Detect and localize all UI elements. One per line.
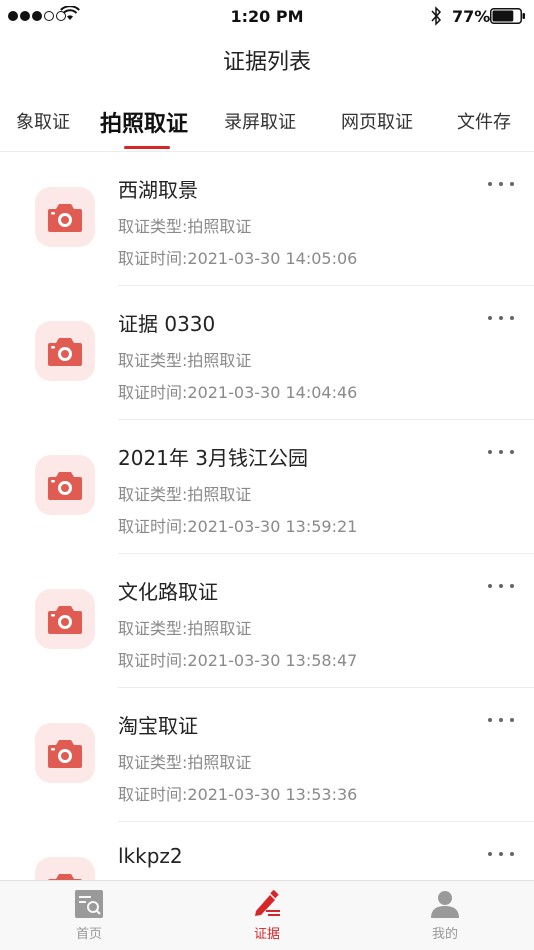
tabbar-evidence-label: 证据 [253, 927, 280, 942]
category-tabs: 象取证 拍照取证 录屏取证 网页取证 文件存 [0, 94, 534, 152]
evidence-thumbnail [35, 455, 95, 515]
evidence-type: 取证类型:拍照取证 [118, 351, 252, 370]
home-search-icon [75, 890, 103, 918]
tab-screen-record-evidence[interactable]: 录屏取证 [224, 108, 296, 134]
more-options-icon[interactable] [488, 582, 514, 590]
tabbar-mine-label: 我的 [431, 927, 458, 942]
tab-file-storage[interactable]: 文件存 [457, 108, 511, 134]
bluetooth-icon [431, 6, 442, 26]
tab-webpage-evidence[interactable]: 网页取证 [341, 108, 413, 134]
evidence-list: 西湖取景 取证类型:拍照取证 取证时间:2021-03-30 14:05:06 证据 … [0, 152, 534, 880]
evidence-list-item[interactable]: 证据 0330 取证类型:拍照取证取证时间:2021-03-30 14:04:46 [0, 286, 534, 420]
evidence-title: 证据 0330 [118, 312, 216, 336]
evidence-title: 2021年 3月钱江公园 [118, 446, 308, 470]
evidence-time: 取证时间:2021-03-30 13:53:36 [118, 785, 358, 804]
pen-edit-icon [255, 889, 280, 916]
page-title: 证据列表 [222, 50, 311, 75]
battery-icon [490, 8, 525, 24]
tabbar-evidence[interactable]: 证据 [178, 881, 356, 950]
tab-video-evidence[interactable]: 象取证 [16, 108, 70, 134]
evidence-type: 取证类型:拍照取证 [118, 619, 252, 638]
active-tab-indicator [124, 146, 170, 149]
status-bar: 1:20 PM 77% [0, 0, 534, 34]
evidence-title: lkkpz2 [118, 844, 183, 868]
evidence-thumbnail [35, 321, 95, 381]
camera-icon [48, 472, 82, 500]
camera-icon [48, 338, 82, 366]
camera-icon [48, 204, 82, 232]
evidence-type: 取证类型:拍照取证 [118, 217, 252, 236]
evidence-time: 取证时间:2021-03-30 14:04:46 [118, 383, 358, 402]
evidence-thumbnail [35, 723, 95, 783]
evidence-title: 西湖取景 [118, 178, 198, 202]
battery-percentage: 77% [452, 7, 491, 26]
evidence-list-item[interactable]: 淘宝取证取证类型:拍照取证取证时间:2021-03-30 13:53:36 [0, 688, 534, 822]
tabbar-mine[interactable]: 我的 [356, 881, 534, 950]
tabbar-home-label: 首页 [75, 927, 102, 942]
evidence-time: 取证时间:2021-03-30 14:05:06 [118, 249, 358, 268]
more-options-icon[interactable] [488, 180, 514, 188]
tab-photo-evidence[interactable]: 拍照取证 [100, 106, 188, 138]
tabbar-home[interactable]: 首页 [0, 881, 178, 950]
camera-icon [48, 874, 82, 880]
evidence-type: 取证类型:拍照取证 [118, 753, 252, 772]
evidence-list-item[interactable]: 文化路取证取证类型:拍照取证取证时间:2021-03-30 13:58:47 [0, 554, 534, 688]
evidence-list-item[interactable]: 西湖取景取证类型:拍照取证取证时间:2021-03-30 14:05:06 [0, 152, 534, 286]
camera-icon [48, 606, 82, 634]
more-options-icon[interactable] [488, 850, 514, 858]
evidence-list-item[interactable]: lkkpz2 [0, 822, 534, 880]
evidence-time: 取证时间:2021-03-30 13:58:47 [118, 651, 358, 670]
evidence-time: 取证时间:2021-03-30 13:59:21 [118, 517, 358, 536]
more-options-icon[interactable] [488, 448, 514, 456]
more-options-icon[interactable] [488, 314, 514, 322]
evidence-title: 文化路取证 [118, 580, 218, 604]
bottom-tab-bar: 首页 证据 我的 [0, 880, 534, 950]
evidence-thumbnail [35, 187, 95, 247]
evidence-thumbnail [35, 589, 95, 649]
more-options-icon[interactable] [488, 716, 514, 724]
evidence-type: 取证类型:拍照取证 [118, 485, 252, 504]
evidence-title: 淘宝取证 [118, 714, 198, 738]
evidence-list-item[interactable]: 2021年 3月钱江公园取证类型:拍照取证取证时间:2021-03-30 13:… [0, 420, 534, 554]
user-icon [431, 891, 459, 918]
camera-icon [48, 740, 82, 768]
evidence-thumbnail [35, 857, 95, 880]
